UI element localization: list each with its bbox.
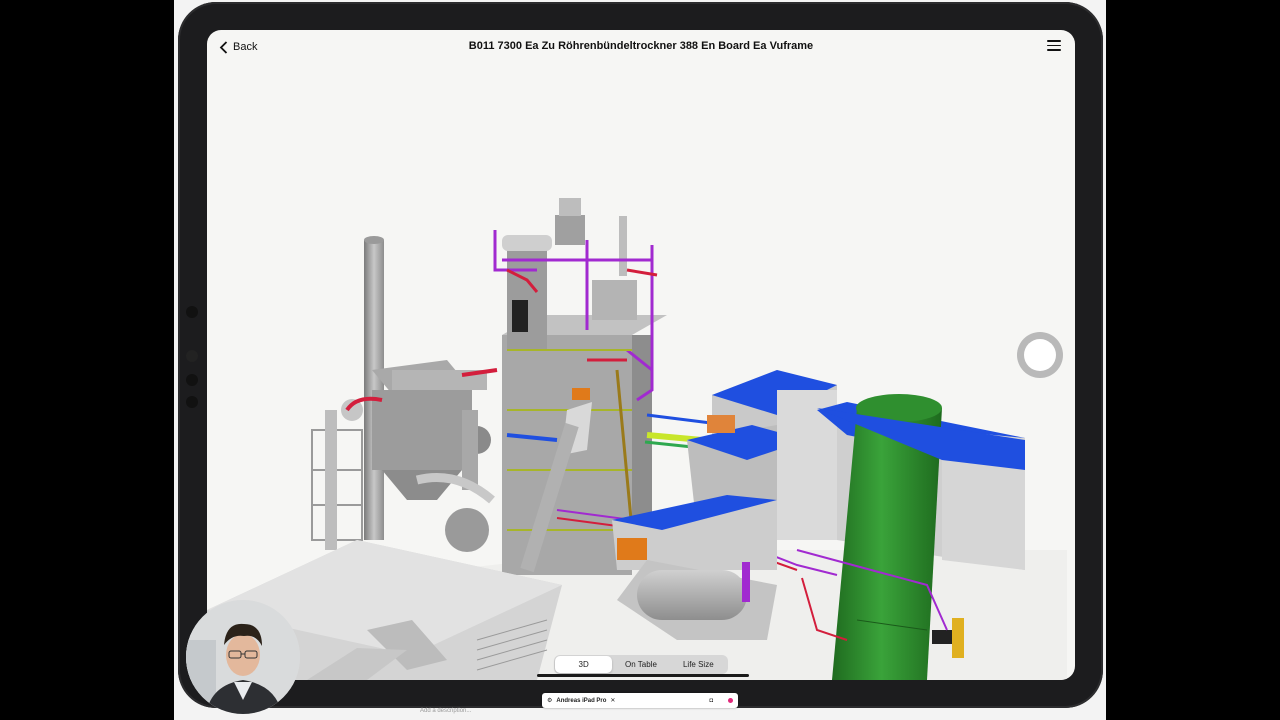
top-navigation-bar: Back B011 7300 Ea Zu Röhrenbündeltrockne…: [207, 30, 1075, 64]
home-indicator: [537, 674, 749, 677]
settings-gear-icon[interactable]: ⚙: [547, 697, 552, 704]
presenter-avatar: [186, 600, 300, 714]
view-mode-segmented-control: 3D On Table Life Size: [554, 655, 728, 674]
camera-icon[interactable]: ◘: [709, 698, 713, 704]
side-dot: [186, 396, 198, 408]
screen-share-bar: ⚙ Andreas iPad Pro ✕ ◘: [542, 693, 738, 708]
hamburger-menu-icon[interactable]: [1047, 40, 1061, 52]
model-title: B011 7300 Ea Zu Röhrenbündeltrockner 388…: [468, 40, 814, 52]
side-dot: [186, 374, 198, 386]
close-share-icon[interactable]: ✕: [610, 697, 615, 704]
view-mode-life-size[interactable]: Life Size: [670, 656, 727, 673]
view-mode-3d[interactable]: 3D: [555, 656, 613, 673]
plant-3d-model[interactable]: [207, 30, 1075, 680]
side-dot: [186, 306, 198, 318]
presenter-webcam: [186, 600, 300, 714]
exhaust-stack: [364, 236, 384, 540]
description-hint: Add a description...: [420, 708, 472, 714]
capture-button[interactable]: [1017, 332, 1063, 378]
left-steel-frame: [311, 410, 363, 550]
view-mode-on-table[interactable]: On Table: [612, 656, 669, 673]
ipad-screen: Back B011 7300 Ea Zu Röhrenbündeltrockne…: [207, 30, 1075, 680]
record-indicator-icon: [728, 698, 733, 703]
side-dot: [186, 350, 198, 362]
device-label: Andreas iPad Pro: [556, 697, 607, 704]
